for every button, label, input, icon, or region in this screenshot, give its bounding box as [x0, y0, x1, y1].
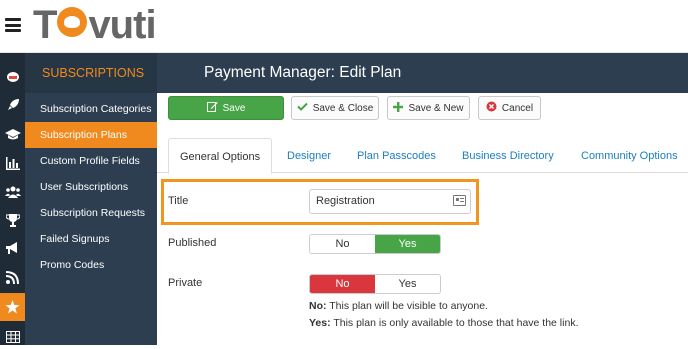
bullhorn-icon[interactable] [0, 236, 25, 260]
rss-icon[interactable] [0, 265, 25, 289]
published-toggle: No Yes [309, 234, 441, 254]
tab-designer[interactable]: Designer [276, 138, 342, 174]
private-toggle: No Yes [309, 274, 441, 294]
elephant-logo-icon [57, 7, 88, 37]
sidebar-item-promo-codes[interactable]: Promo Codes [25, 252, 157, 278]
help-yes-key: Yes: [309, 317, 331, 329]
sidebar-item-custom-profile-fields[interactable]: Custom Profile Fields [25, 148, 157, 174]
rocket-icon[interactable] [0, 93, 25, 117]
icon-rail [0, 53, 25, 345]
sidebar-heading: SUBSCRIPTIONS [25, 53, 157, 93]
check-icon [296, 102, 308, 114]
logo-text-end: vuti [88, 2, 156, 47]
sidebar-item-subscription-requests[interactable]: Subscription Requests [25, 200, 157, 226]
help-text-yes: Yes: This plan is only available to thos… [309, 317, 578, 329]
cancel-label: Cancel [501, 102, 534, 114]
help-no-text: This plan will be visible to anyone. [326, 300, 488, 312]
cake-icon[interactable] [0, 65, 25, 89]
logo[interactable]: Tvuti [33, 2, 157, 47]
save-new-label: Save & New [408, 102, 464, 114]
id-card-icon [453, 195, 466, 206]
plus-icon [393, 101, 404, 115]
top-bar: Tvuti [0, 0, 688, 53]
sidebar-item-subscription-categories[interactable]: Subscription Categories [25, 96, 157, 122]
graduation-cap-icon[interactable] [0, 123, 25, 147]
users-icon[interactable] [0, 180, 25, 204]
title-label: Title [168, 195, 189, 207]
sidebar-item-subscription-plans[interactable]: Subscription Plans [25, 122, 157, 148]
tab-bar: General Options Designer Plan Passcodes … [157, 128, 688, 174]
edit-icon [206, 101, 218, 115]
page-header: Payment Manager: Edit Plan [157, 53, 688, 93]
help-no-key: No: [309, 300, 327, 312]
sidebar-item-failed-signups[interactable]: Failed Signups [25, 226, 157, 252]
logo-text-start: T [33, 2, 57, 47]
save-button[interactable]: Save [168, 96, 284, 120]
tab-business-directory[interactable]: Business Directory [451, 138, 565, 174]
cancel-circle-icon [486, 101, 497, 115]
bar-chart-icon[interactable] [0, 151, 25, 175]
sidebar-item-user-subscriptions[interactable]: User Subscriptions [25, 174, 157, 200]
tab-community-options[interactable]: Community Options [570, 138, 688, 174]
save-close-button[interactable]: Save & Close [291, 96, 379, 120]
save-new-button[interactable]: Save & New [387, 96, 470, 120]
private-label: Private [168, 277, 203, 289]
hamburger-menu-icon[interactable] [5, 18, 21, 32]
private-no-option[interactable]: No [310, 275, 375, 293]
tab-plan-passcodes[interactable]: Plan Passcodes [346, 138, 447, 174]
star-icon[interactable] [0, 293, 25, 321]
published-no-option[interactable]: No [310, 235, 375, 253]
tab-general-options[interactable]: General Options [168, 138, 273, 174]
published-label: Published [168, 237, 217, 249]
trophy-icon[interactable] [0, 208, 25, 232]
private-yes-option[interactable]: Yes [375, 275, 440, 293]
published-yes-option[interactable]: Yes [375, 235, 440, 253]
help-yes-text: This plan is only available to those tha… [330, 317, 579, 329]
page-title: Payment Manager: Edit Plan [204, 64, 402, 81]
sidebar: SUBSCRIPTIONS Subscription Categories Su… [25, 53, 157, 345]
table-icon[interactable] [0, 325, 25, 349]
title-input[interactable]: Registration [309, 189, 471, 214]
toolbar: Save Save & Close Save & New Cancel [157, 93, 688, 128]
help-text-no: No: This plan will be visible to anyone. [309, 300, 488, 312]
save-label: Save [222, 102, 246, 114]
title-input-value: Registration [316, 195, 375, 207]
cancel-button[interactable]: Cancel [478, 96, 541, 120]
save-close-label: Save & Close [312, 102, 374, 114]
